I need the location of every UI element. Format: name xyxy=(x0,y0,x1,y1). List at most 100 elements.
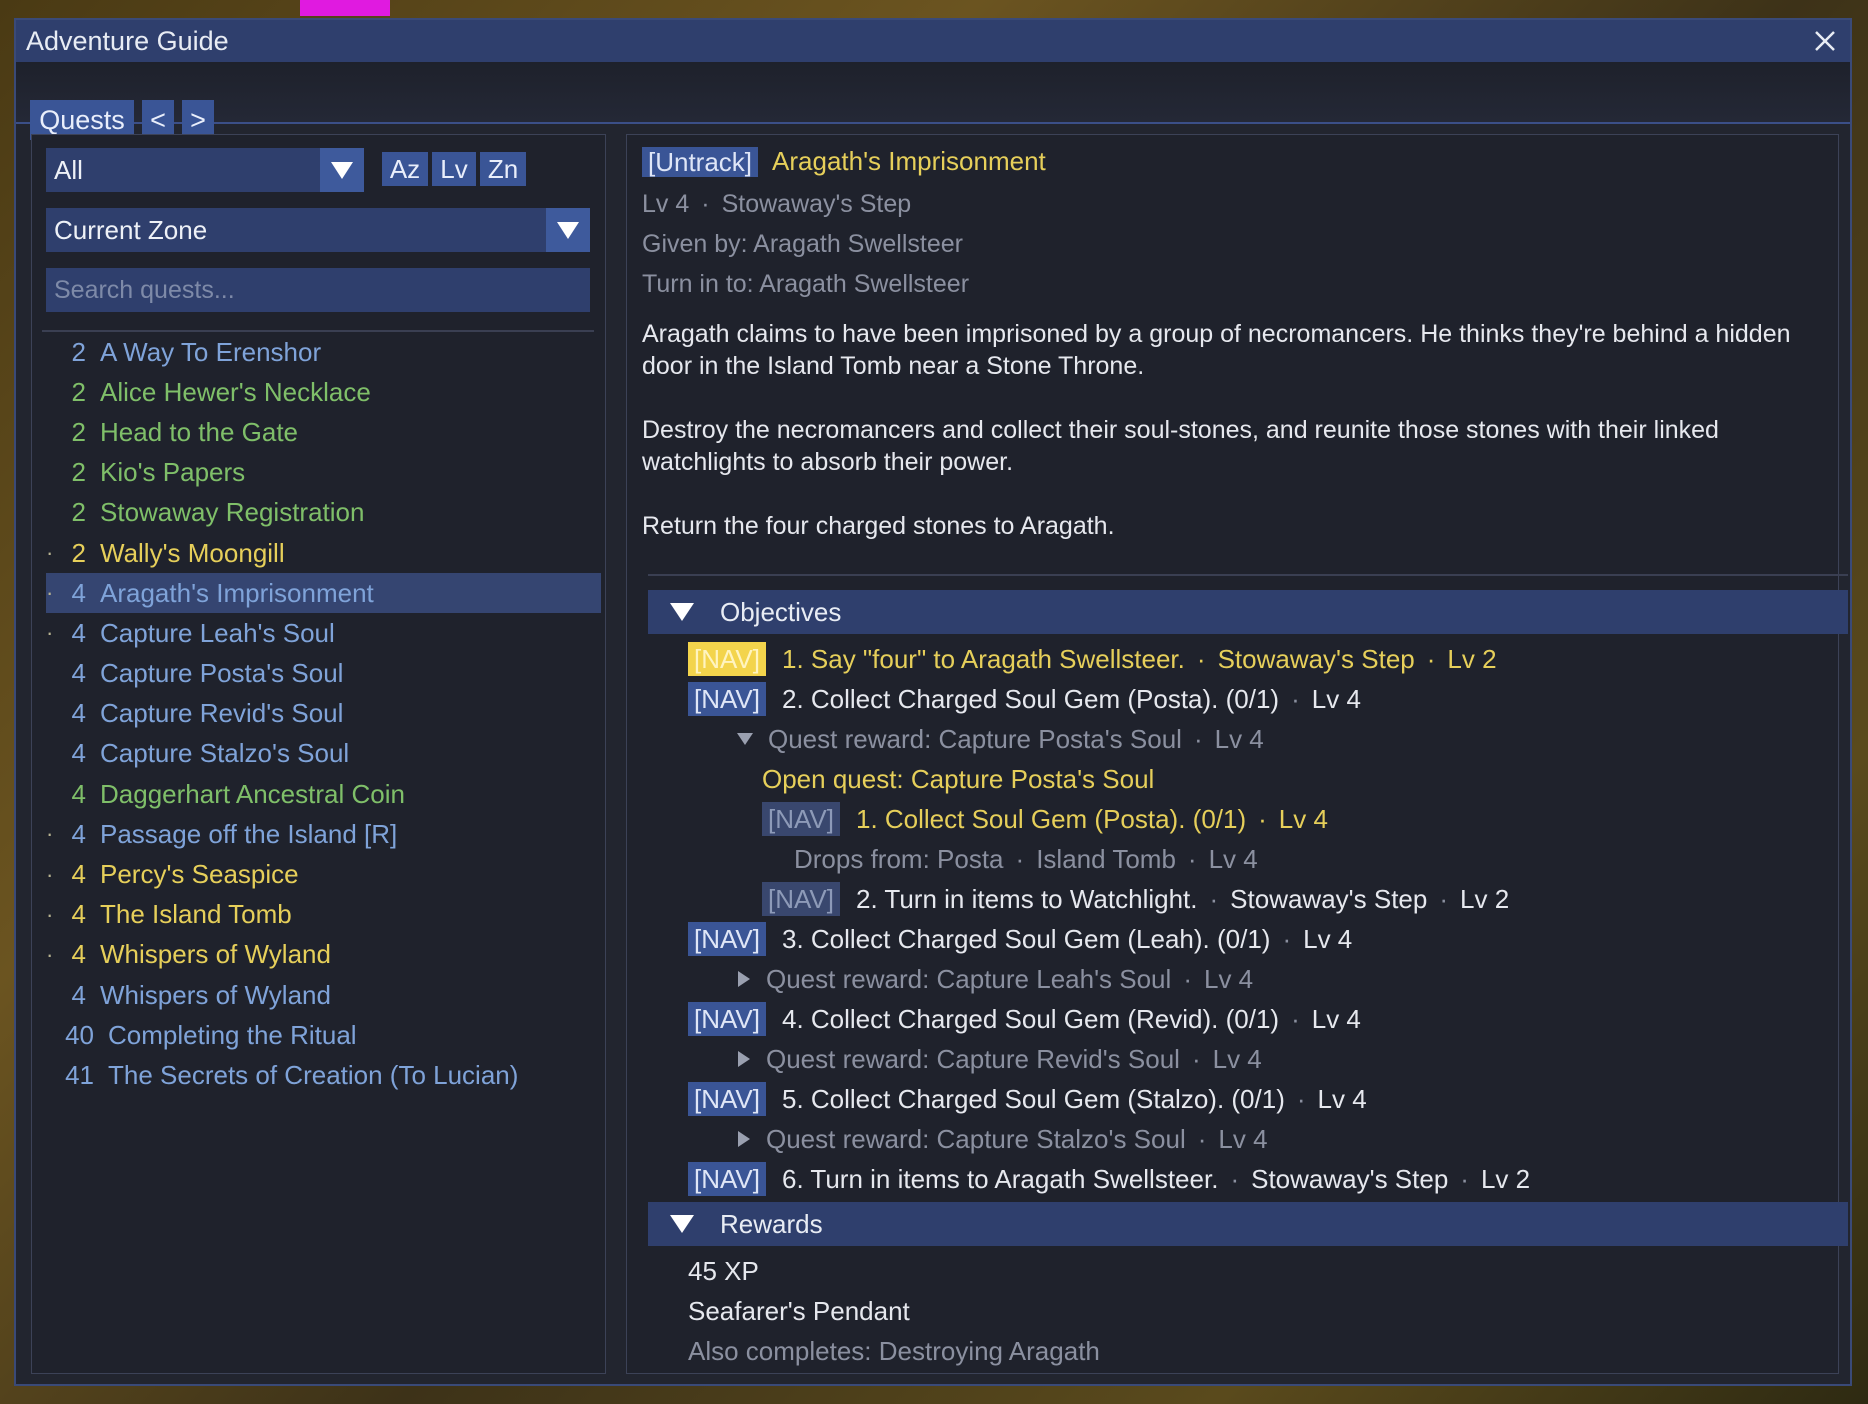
quest-list-item[interactable]: 2 Alice Hewer's Necklace xyxy=(46,372,601,412)
quest-list-item[interactable]: 2 Kio's Papers xyxy=(46,453,601,493)
triangle-right-icon xyxy=(738,1131,750,1147)
quest-list-item[interactable]: · 4 Passage off the Island [R] xyxy=(46,814,601,854)
quest-name: Capture Posta's Soul xyxy=(100,658,344,689)
quest-name: Daggerhart Ancestral Coin xyxy=(100,778,405,809)
quest-level: 41 xyxy=(65,1059,94,1090)
tracked-indicator: · xyxy=(46,580,54,606)
quest-level: 4 xyxy=(71,939,86,970)
untrack-button[interactable]: [Untrack] xyxy=(642,146,759,177)
quest-name: Wally's Moongill xyxy=(100,537,285,568)
sort-zn-button[interactable]: Zn xyxy=(480,152,526,186)
triangle-down-icon xyxy=(737,733,753,745)
quest-reward-row[interactable]: Quest reward: Capture Stalzo's Soul · Lv 4 xyxy=(736,1120,1268,1158)
reward-also-completes: Also completes: Destroying Aragath xyxy=(688,1335,1100,1366)
rewards-label: Rewards xyxy=(720,1208,823,1239)
detail-level: Lv 4 xyxy=(642,190,690,218)
nav-button[interactable]: [NAV] xyxy=(688,642,766,676)
tracked-indicator: · xyxy=(46,620,54,646)
nav-button[interactable]: [NAV] xyxy=(688,1002,766,1036)
quest-list-item[interactable]: · 4 Capture Leah's Soul xyxy=(46,613,601,653)
quest-name: Passage off the Island [R] xyxy=(100,818,398,849)
quest-level: 4 xyxy=(71,698,86,729)
objective-row: [NAV] 1. Say "four" to Aragath Swellstee… xyxy=(688,640,1497,678)
quest-level: 4 xyxy=(71,899,86,930)
quest-level: 4 xyxy=(71,738,86,769)
nav-button[interactable]: [NAV] xyxy=(688,682,766,716)
quest-list-item[interactable]: · 4 Aragath's Imprisonment xyxy=(46,573,601,614)
quest-list-item[interactable]: 4 Capture Revid's Soul xyxy=(46,694,601,734)
magenta-effect xyxy=(300,0,390,16)
tracked-indicator: · xyxy=(46,901,54,927)
nav-button[interactable]: [NAV] xyxy=(688,1162,766,1196)
quest-list-item[interactable]: 4 Capture Stalzo's Soul xyxy=(46,734,601,774)
quest-name: Capture Revid's Soul xyxy=(100,698,344,729)
tracked-indicator: · xyxy=(46,941,54,967)
sort-az-button[interactable]: Az xyxy=(382,152,428,186)
quest-level: 2 xyxy=(71,537,86,568)
nav-button[interactable]: [NAV] xyxy=(762,802,840,836)
rewards-section-header[interactable]: Rewards xyxy=(648,1202,1848,1246)
zone-filter-dropdown[interactable]: Current Zone xyxy=(46,208,590,252)
quest-list-item[interactable]: · 4 Percy's Seaspice xyxy=(46,854,601,894)
quest-level: 4 xyxy=(71,979,86,1010)
description-paragraph: Aragath claims to have been imprisoned b… xyxy=(642,320,1791,380)
nav-button[interactable]: [NAV] xyxy=(688,1082,766,1116)
quest-reward-row[interactable]: Quest reward: Capture Leah's Soul · Lv 4 xyxy=(736,960,1253,998)
quest-description: Aragath claims to have been imprisoned b… xyxy=(642,318,1837,542)
window-titlebar[interactable]: Adventure Guide xyxy=(16,20,1850,62)
quest-name: Alice Hewer's Necklace xyxy=(100,376,371,407)
quest-list-item[interactable]: · 4 The Island Tomb xyxy=(46,895,601,935)
category-filter-value: All xyxy=(54,154,83,185)
nav-button[interactable]: [NAV] xyxy=(688,922,766,956)
quest-name: The Island Tomb xyxy=(100,899,292,930)
quest-list-item[interactable]: · 4 Whispers of Wyland xyxy=(46,935,601,975)
sort-lv-button[interactable]: Lv xyxy=(432,152,476,186)
objectives-section-header[interactable]: Objectives xyxy=(648,590,1848,634)
detail-turn-in: Turn in to: Aragath Swellsteer xyxy=(642,270,970,298)
reward-item[interactable]: Seafarer's Pendant xyxy=(688,1292,910,1330)
close-button[interactable] xyxy=(1808,24,1842,58)
quest-level: 4 xyxy=(71,658,86,689)
quest-list-item[interactable]: 2 Stowaway Registration xyxy=(46,493,601,533)
quest-level: 4 xyxy=(71,617,86,648)
reward-xp: 45 XP xyxy=(688,1255,759,1286)
tracked-indicator: · xyxy=(46,821,54,847)
nav-button[interactable]: [NAV] xyxy=(762,882,840,916)
detail-given-by: Given by: Aragath Swellsteer xyxy=(642,230,963,258)
quest-name: Aragath's Imprisonment xyxy=(100,577,374,608)
quest-list-item[interactable]: 2 A Way To Erenshor xyxy=(46,332,601,372)
objective-row: [NAV] 6. Turn in items to Aragath Swells… xyxy=(688,1160,1530,1198)
quest-list-item[interactable]: 41 The Secrets of Creation (To Lucian) xyxy=(46,1055,601,1095)
quest-list-item[interactable]: 4 Capture Posta's Soul xyxy=(46,654,601,694)
quest-name: Whispers of Wyland xyxy=(100,939,331,970)
quest-name: Head to the Gate xyxy=(100,416,299,447)
open-quest-link[interactable]: Open quest: Capture Posta's Soul xyxy=(762,760,1154,798)
quest-level: 40 xyxy=(65,1019,94,1050)
quest-reward-row[interactable]: Quest reward: Capture Revid's Soul · Lv 4 xyxy=(736,1040,1262,1078)
quest-list-item[interactable]: 40 Completing the Ritual xyxy=(46,1015,601,1055)
quest-list-item[interactable]: 4 Whispers of Wyland xyxy=(46,975,601,1015)
sub-objective-row: [NAV] 2. Turn in items to Watchlight. · St… xyxy=(762,880,1509,918)
quest-name: Completing the Ritual xyxy=(108,1019,357,1050)
category-filter-dropdown[interactable]: All xyxy=(46,148,364,192)
description-paragraph: Return the four charged stones to Aragat… xyxy=(642,512,1115,540)
objectives-label: Objectives xyxy=(720,596,842,627)
search-input[interactable] xyxy=(46,268,590,312)
quest-name: The Secrets of Creation (To Lucian) xyxy=(108,1059,519,1090)
quest-name: Whispers of Wyland xyxy=(100,979,331,1010)
detail-zone: Stowaway's Step xyxy=(721,190,912,218)
detail-level-zone: Lv 4 · Stowaway's Step xyxy=(642,190,912,218)
chevron-down-icon[interactable] xyxy=(546,208,590,252)
triangle-down-icon xyxy=(670,603,694,621)
description-paragraph: Destroy the necromancers and collect the… xyxy=(642,416,1719,476)
zone-filter-value: Current Zone xyxy=(54,214,208,245)
chevron-down-icon[interactable] xyxy=(320,148,364,192)
quest-list-item[interactable]: · 2 Wally's Moongill xyxy=(46,533,601,573)
triangle-right-icon xyxy=(738,971,750,987)
quest-reward-row[interactable]: Quest reward: Capture Posta's Soul · Lv 4 xyxy=(736,720,1264,758)
adventure-guide-window: Adventure Guide Quests < > All Az Lv Zn … xyxy=(14,18,1852,1386)
close-icon xyxy=(1815,31,1835,51)
quest-level: 4 xyxy=(71,778,86,809)
quest-list-item[interactable]: 2 Head to the Gate xyxy=(46,412,601,452)
quest-list-item[interactable]: 4 Daggerhart Ancestral Coin xyxy=(46,774,601,814)
